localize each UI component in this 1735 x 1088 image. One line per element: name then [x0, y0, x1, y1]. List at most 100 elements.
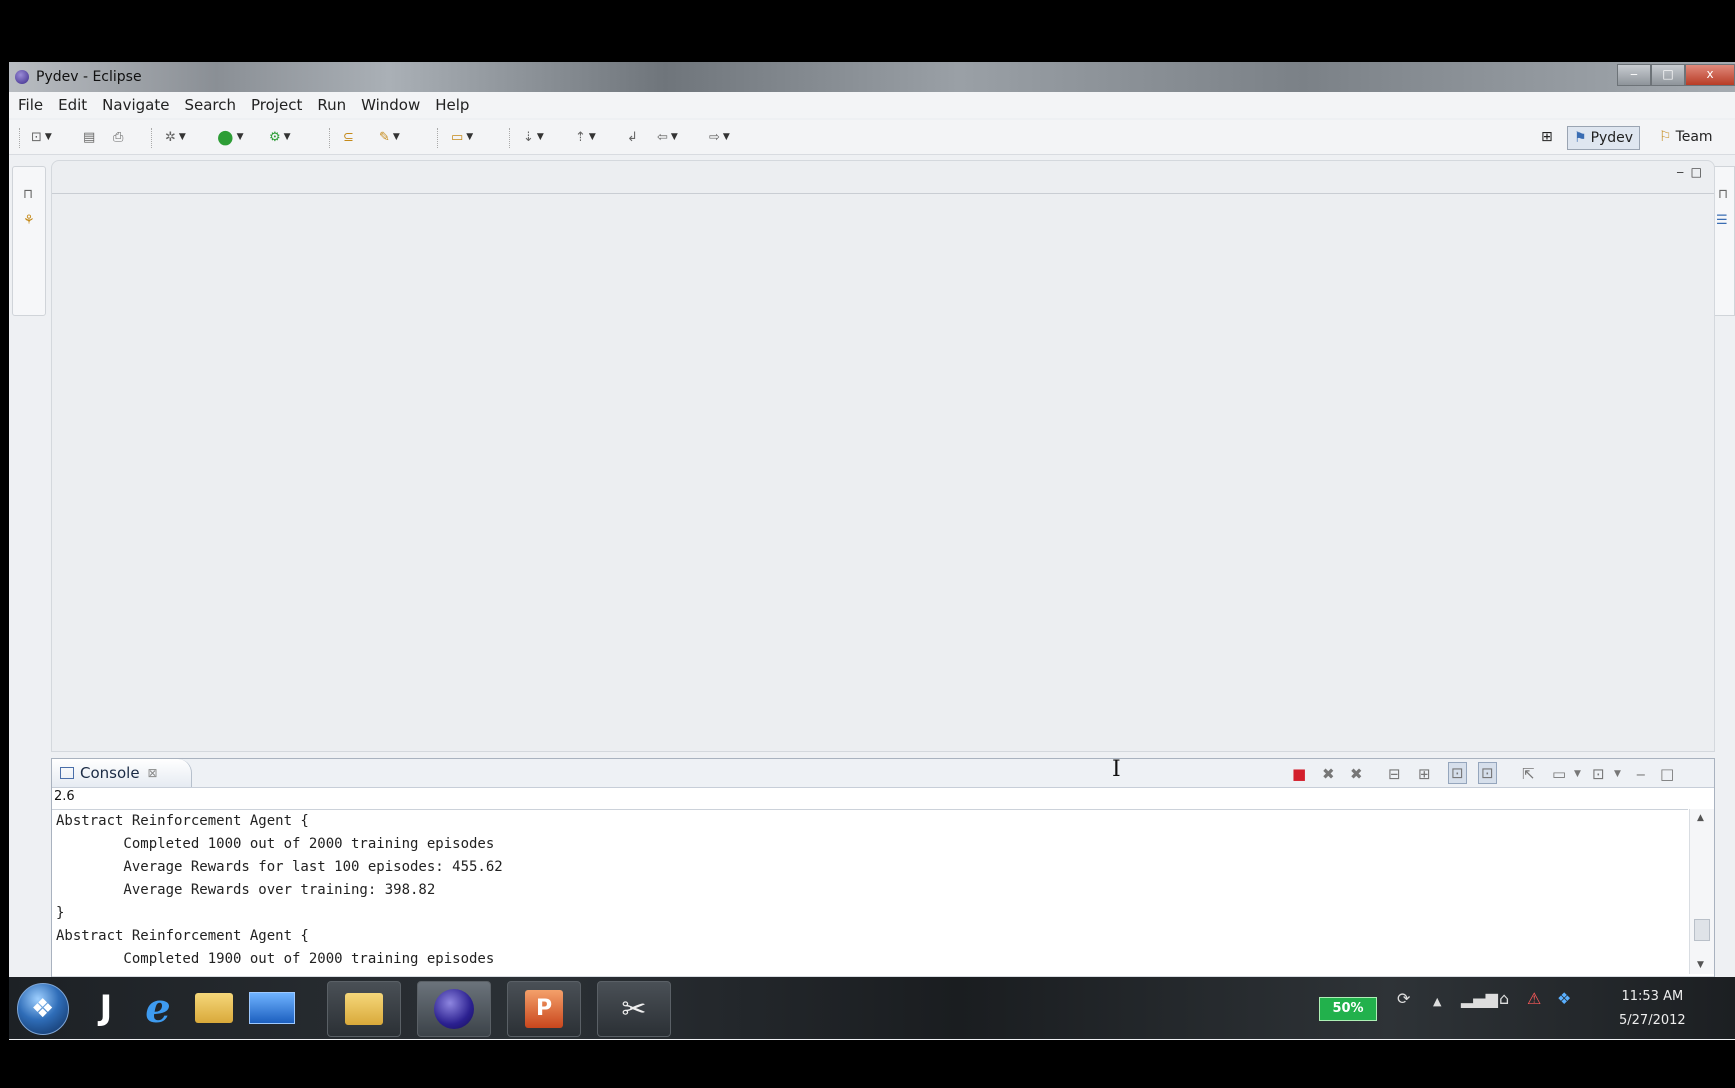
last-edit-button[interactable]: ↲ — [627, 128, 638, 146]
run-icon: ● — [217, 126, 234, 148]
terminate-icon[interactable]: ■ — [1292, 765, 1306, 783]
dropbox-icon[interactable]: ❖ — [1557, 989, 1571, 1008]
network-icon[interactable]: ⌂ — [1499, 989, 1509, 1008]
perspective-team[interactable]: ⚐ Team — [1659, 126, 1713, 148]
open-perspective-icon: ⊞ — [1541, 129, 1553, 145]
console-line: Abstract Reinforcement Agent { — [56, 813, 309, 829]
pydev-button[interactable]: ✎ ▼ — [379, 128, 400, 146]
toolbar-separator — [437, 128, 439, 148]
signal-icon[interactable]: ▂▄▆ — [1461, 989, 1498, 1008]
dropdown-arrow-icon: ▼ — [466, 132, 474, 142]
back-button[interactable]: ⇦ ▼ — [657, 128, 678, 146]
console-output[interactable]: Abstract Reinforcement Agent { Completed… — [52, 809, 1688, 975]
menu-help[interactable]: Help — [435, 96, 469, 114]
scroll-thumb[interactable] — [1694, 919, 1710, 941]
editor-area: ‒ □ — [51, 160, 1715, 752]
show-on-stderr-icon[interactable]: ⊡ — [1478, 762, 1497, 784]
battery-indicator[interactable]: 50% — [1319, 997, 1377, 1021]
left-trim-stack: ⊓ ⚘ — [12, 166, 46, 316]
menu-bar: File Edit Navigate Search Project Run Wi… — [9, 92, 1735, 118]
maximize-view-icon[interactable]: □ — [1691, 165, 1702, 179]
next-annotation-button[interactable]: ⇣ ▼ — [523, 128, 544, 146]
pin-console-icon[interactable]: ⇱ — [1522, 765, 1535, 783]
restore-icon[interactable]: ⊓ — [23, 187, 33, 202]
menu-window[interactable]: Window — [361, 96, 420, 114]
vertical-scrollbar[interactable]: ▲ ▼ — [1689, 809, 1714, 974]
external-tools-icon: ⚙ — [269, 129, 281, 145]
menu-project[interactable]: Project — [251, 96, 302, 114]
show-on-stdout-icon[interactable]: ⊡ — [1448, 762, 1467, 784]
perspective-pydev[interactable]: ⚑ Pydev — [1567, 126, 1641, 150]
tab-console[interactable]: Console ⊠ — [52, 759, 192, 787]
outline-icon[interactable]: ☰ — [1716, 213, 1728, 228]
desktop-icon[interactable] — [245, 981, 299, 1035]
dropdown-arrow-icon[interactable]: ▼ — [1574, 769, 1581, 779]
package-explorer-icon[interactable]: ⚘ — [23, 213, 35, 228]
taskbar: ❖ J e P ✂ 50% ⟳ ▲ ▂▄▆ ⌂ ⚠ ❖ 11:53 AM 5/2… — [9, 977, 1735, 1039]
folder-icon: ▭ — [451, 129, 464, 145]
open-folder-button[interactable]: ▭ ▼ — [451, 128, 473, 146]
windows-logo-icon: ❖ — [31, 994, 55, 1024]
open-perspective-button[interactable]: ⊞ — [1541, 126, 1553, 148]
console-icon — [60, 767, 74, 779]
menu-file[interactable]: File — [18, 96, 43, 114]
minimize-button[interactable]: ‒ — [1617, 64, 1651, 86]
system-clock[interactable]: 11:53 AM 5/27/2012 — [1619, 985, 1686, 1033]
new-button[interactable]: ⊡ ▼ — [31, 128, 52, 146]
minimize-view-icon[interactable]: ‒ — [1636, 765, 1646, 783]
dropdown-arrow-icon: ▼ — [178, 132, 186, 142]
alert-icon[interactable]: ⚠ — [1527, 989, 1541, 1008]
scroll-lock-icon[interactable]: ⊞ — [1418, 765, 1431, 783]
start-button[interactable]: ❖ — [17, 983, 69, 1035]
prev-annotation-icon: ⇡ — [575, 129, 586, 145]
run-button[interactable]: ● ▼ — [217, 126, 244, 148]
internet-explorer-icon[interactable]: e — [133, 981, 183, 1035]
powerpoint-task[interactable]: P — [507, 981, 581, 1037]
open-type-button[interactable]: ⊆ — [343, 128, 354, 146]
file-manager-task[interactable] — [327, 981, 401, 1037]
close-tab-icon[interactable]: ⊠ — [148, 766, 158, 780]
console-line: Abstract Reinforcement Agent { — [56, 928, 309, 944]
scroll-down-icon[interactable]: ▼ — [1697, 960, 1704, 970]
print-icon: ⎙ — [113, 129, 124, 145]
maximize-view-icon[interactable]: □ — [1660, 765, 1674, 783]
bug-icon: ✲ — [165, 129, 176, 145]
menu-search[interactable]: Search — [184, 96, 236, 114]
debug-button[interactable]: ✲ ▼ — [165, 128, 186, 146]
print-button[interactable]: ⎙ — [113, 128, 123, 146]
prev-annotation-button[interactable]: ⇡ ▼ — [575, 128, 596, 146]
restore-icon[interactable]: ⊓ — [1718, 187, 1728, 202]
python-icon: ⚑ — [1574, 130, 1587, 146]
remove-all-launches-icon[interactable]: ✖ — [1350, 765, 1363, 783]
dropdown-arrow-icon: ▼ — [536, 132, 544, 142]
next-annotation-icon: ⇣ — [523, 129, 534, 145]
menu-run[interactable]: Run — [317, 96, 346, 114]
dropdown-arrow-icon: ▼ — [236, 132, 244, 142]
dropdown-arrow-icon: ▼ — [722, 132, 730, 142]
maximize-button[interactable]: □ — [1651, 64, 1685, 86]
scroll-up-icon[interactable]: ▲ — [1697, 813, 1704, 823]
snipping-tool-task[interactable]: ✂ — [597, 981, 671, 1037]
clear-console-icon[interactable]: ⊟ — [1388, 765, 1401, 783]
eclipse-app-icon — [15, 70, 29, 84]
close-button[interactable]: x — [1685, 64, 1735, 86]
perspective-team-label: Team — [1675, 129, 1713, 145]
toolbar-separator — [329, 128, 331, 148]
file-explorer-icon[interactable] — [189, 981, 239, 1035]
forward-button[interactable]: ⇨ ▼ — [709, 128, 730, 146]
save-button[interactable]: ▤ — [83, 128, 95, 146]
powerpoint-icon: P — [525, 990, 563, 1028]
sync-icon[interactable]: ⟳ — [1397, 989, 1410, 1008]
minimize-view-icon[interactable]: ‒ — [1676, 165, 1684, 179]
menu-navigate[interactable]: Navigate — [102, 96, 169, 114]
menu-edit[interactable]: Edit — [58, 96, 87, 114]
display-console-icon[interactable]: ▭ — [1552, 765, 1566, 783]
wand-icon: ✎ — [379, 129, 390, 145]
dropdown-arrow-icon[interactable]: ▼ — [1614, 769, 1621, 779]
show-hidden-icons-icon[interactable]: ▲ — [1433, 995, 1441, 1008]
eclipse-task[interactable] — [417, 981, 491, 1037]
jetbrains-taskbar-icon[interactable]: J — [81, 981, 131, 1035]
external-tools-button[interactable]: ⚙ ▼ — [269, 128, 291, 146]
open-console-icon[interactable]: ⊡ — [1592, 765, 1605, 783]
remove-launch-icon[interactable]: ✖ — [1322, 765, 1335, 783]
